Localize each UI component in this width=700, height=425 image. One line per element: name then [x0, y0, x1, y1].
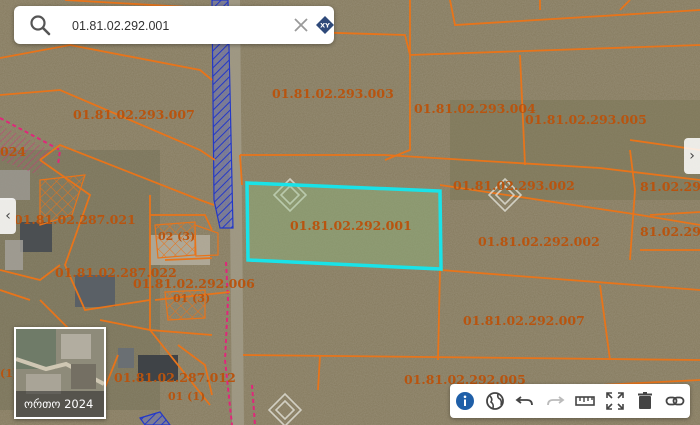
basemap-switcher[interactable]: ორთო 2024: [14, 327, 106, 419]
parcel-label[interactable]: 02 (3): [158, 230, 195, 243]
parcel-label[interactable]: 024: [0, 144, 26, 159]
info-icon: [456, 392, 474, 410]
globe-button[interactable]: [480, 384, 510, 418]
building: [5, 240, 23, 270]
chevron-right-icon: ›: [689, 148, 695, 164]
redo-icon: [547, 396, 565, 406]
redo-button[interactable]: [540, 384, 570, 418]
map-toolbar: [450, 384, 690, 418]
parcel-label[interactable]: 01 (3): [173, 292, 210, 305]
parcel-label[interactable]: 81.02.29: [640, 224, 700, 239]
parcel-label[interactable]: 01.81.02.292.006: [133, 276, 255, 291]
parcel-label[interactable]: 81.02.29: [640, 179, 700, 194]
building: [0, 170, 30, 200]
search-bar: XY: [14, 6, 334, 44]
building: [118, 348, 134, 368]
search-input[interactable]: [70, 14, 274, 38]
parcel-label[interactable]: 01.81.02.292.001: [290, 218, 412, 233]
info-button[interactable]: [450, 384, 480, 418]
share-link-button[interactable]: [660, 384, 690, 418]
fullscreen-icon: [606, 392, 624, 410]
chevron-left-icon: ‹: [5, 208, 11, 224]
parcel-label[interactable]: 01.81.02.292.007: [463, 313, 585, 328]
basemap-label: ორთო 2024: [16, 391, 104, 417]
parcel-label[interactable]: 01.81.02.287.021: [14, 212, 136, 227]
parcel-label[interactable]: 01 (1): [168, 390, 205, 403]
fullscreen-button[interactable]: [600, 384, 630, 418]
parcel-label[interactable]: 01.81.02.293.005: [525, 112, 647, 127]
svg-text:XY: XY: [320, 22, 330, 30]
link-icon: [665, 396, 685, 406]
undo-icon: [515, 396, 533, 406]
parcel-label[interactable]: 01.81.02.292.002: [478, 234, 600, 249]
undo-button[interactable]: [510, 384, 540, 418]
search-icon[interactable]: [28, 13, 52, 37]
parcel-label[interactable]: 01.81.02.293.004: [414, 101, 536, 116]
pan-left-button[interactable]: ‹: [0, 198, 16, 234]
parcel-label[interactable]: 01.81.02.287.012: [114, 370, 236, 385]
parcel-label[interactable]: 01.81.02.293.007: [73, 107, 195, 122]
parcel-label[interactable]: 01.81.02.293.003: [272, 86, 394, 101]
pan-right-button[interactable]: ›: [684, 138, 700, 174]
clear-button[interactable]: [630, 384, 660, 418]
trash-icon: [638, 392, 652, 409]
globe-icon: [486, 392, 504, 410]
ruler-icon: [575, 396, 595, 406]
measure-button[interactable]: [570, 384, 600, 418]
close-icon[interactable]: [292, 16, 310, 34]
parcel-label[interactable]: 01.81.02.293.002: [453, 178, 575, 193]
coordinates-icon[interactable]: XY: [315, 15, 335, 35]
